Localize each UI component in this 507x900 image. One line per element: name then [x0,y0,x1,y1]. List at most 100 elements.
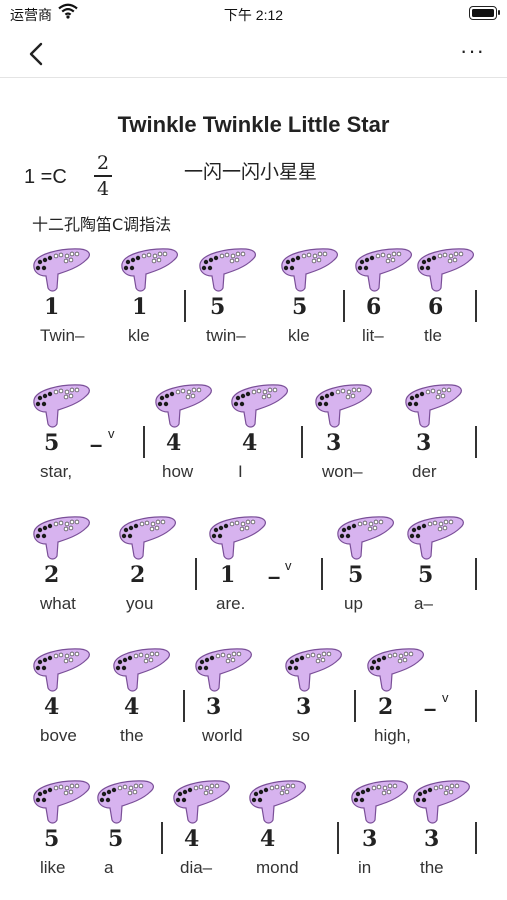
ocarina-icon [281,248,338,292]
score-row: 2 what 2 you 1 are. 5 up 5 a– – v [0,514,507,634]
lyric: what [40,594,76,613]
ocarina-icon [285,648,342,692]
lyric: in [358,858,372,877]
note-digit: 1 [44,294,60,320]
note-digit: 2 [130,562,146,588]
ocarina-icon [231,384,288,428]
note-digit: 5 [348,562,364,588]
lyric: I [238,462,243,481]
note-digit: 3 [206,694,222,720]
note-digit: 2 [44,562,60,588]
note-digit: 2 [378,694,394,720]
nav-bar: ··· [0,28,507,78]
note-digit: 6 [428,294,444,320]
ocarina-icon [367,648,424,692]
time-signature-line [94,175,112,177]
ocarina-icon [209,516,266,560]
note-digit: 3 [424,826,440,852]
ocarina-icon [195,648,252,692]
ocarina-icon [351,780,408,824]
bar-line [343,290,345,322]
note-digit: 6 [366,294,382,320]
lyric: high, [374,726,411,745]
lyric: a [104,858,114,877]
chinese-title: 一闪一闪小星星 [184,161,318,183]
song-title: Twinkle Twinkle Little Star [117,112,390,137]
note-digit: 3 [362,826,378,852]
score-row: 1 Twin– 1 kle 5 twin– 5 kle 6 lit– 6 tle [0,246,507,366]
ocarina-icon [173,780,230,824]
lyric: der [412,462,437,481]
note-digit: 4 [260,826,276,852]
lyric: how [162,462,194,481]
bar-line [184,290,186,322]
ocarina-icon [417,248,474,292]
bar-line [301,426,303,458]
ocarina-icon [249,780,306,824]
lyric: kle [128,326,150,345]
score-row: 4 bove 4 the 3 world 3 so 2 high, – v [0,646,507,766]
note-digit: 4 [166,430,182,456]
ocarina-icon [155,384,212,428]
status-bar: 运营商 下午 2:12 [0,0,507,28]
bar-line [337,822,339,854]
sustain-dash: – [90,432,103,457]
bar-line [475,822,477,854]
bar-line [195,558,197,590]
lyric: are. [216,594,246,613]
ocarina-icon [119,516,176,560]
score-row: 5 like 5 a 4 dia– 4 mond 3 in 3 the [0,778,507,898]
time-signature-bottom: 4 [96,177,110,200]
note-digit: 1 [132,294,148,320]
note-digit: 5 [44,430,60,456]
ocarina-icon [33,648,90,692]
battery-icon [469,6,500,20]
bar-line [475,290,477,322]
lyric: twin– [206,326,246,345]
ocarina-icon [355,248,412,292]
note-digit: 4 [44,694,60,720]
lyric: Twin– [40,326,85,345]
breath-mark: v [285,558,292,573]
ocarina-icon [337,516,394,560]
sustain-dash: – [268,564,281,589]
lyric: the [120,726,144,745]
lyric: dia– [180,858,213,877]
note-digit: 3 [416,430,432,456]
lyric: the [420,858,444,877]
sustain-dash: – [424,696,437,721]
lyric: a– [414,594,433,613]
time-signature-top: 2 [96,152,110,174]
more-button[interactable]: ··· [460,38,485,64]
bar-line [475,690,477,722]
chevron-left-icon[interactable] [22,40,50,68]
fingering-label: 十二孔陶笛C调指法 [32,215,172,234]
lyric: like [40,858,66,877]
ocarina-icon [405,384,462,428]
bar-line [475,558,477,590]
bar-line [475,426,477,458]
ocarina-icon [33,384,90,428]
ocarina-icon [33,780,90,824]
lyric: up [344,594,363,613]
bar-line [321,558,323,590]
lyric: won– [322,462,363,481]
lyric: star, [40,462,73,481]
note-digit: 3 [296,694,312,720]
breath-mark: v [442,690,449,705]
bar-line [161,822,163,854]
note-digit: 4 [242,430,258,456]
ocarina-icon [97,780,154,824]
ocarina-icon [33,248,90,292]
ocarina-icon [315,384,372,428]
lyric: bove [40,726,77,745]
ocarina-icon [113,648,170,692]
bar-line [183,690,185,722]
lyric: mond [256,858,299,877]
ocarina-icon [33,516,90,560]
time-signature: 2 4 [94,152,112,200]
score-row: 5 star, 4 how 4 I 3 won– 3 der – v [0,382,507,502]
note-digit: 5 [44,826,60,852]
breath-mark: v [108,426,115,441]
bar-line [354,690,356,722]
